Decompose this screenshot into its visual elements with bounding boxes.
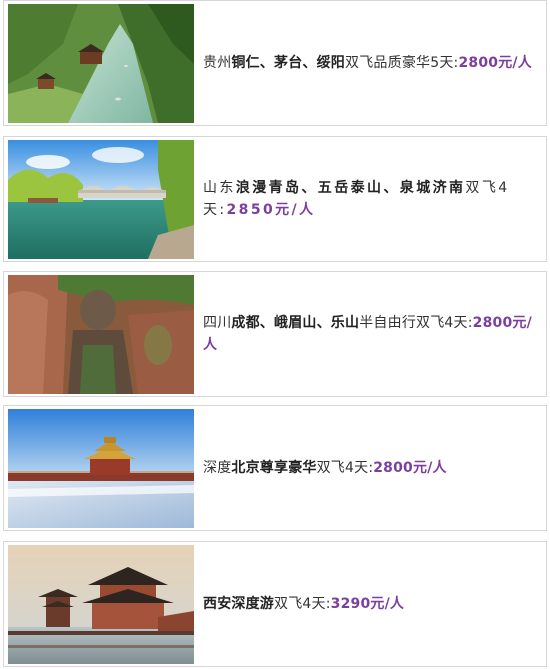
tour-price: 3290元/人 <box>330 596 405 612</box>
tour-destinations: 浪漫青岛、五岳泰山、泉城济南 <box>235 180 466 196</box>
xian-pavilion-image <box>8 545 194 664</box>
tour-duration: 双飞4天: <box>316 460 374 476</box>
tour-photo-xian[interactable] <box>8 545 194 664</box>
tour-photo-sichuan[interactable] <box>8 275 194 394</box>
tour-card[interactable]: 西安深度游双飞4天:3290元/人 <box>3 541 547 667</box>
tour-destinations: 西安深度游 <box>203 596 274 612</box>
giant-buddha-image <box>8 275 194 394</box>
tour-description[interactable]: 深度北京尊享豪华双飞4天:2800元/人 <box>203 406 538 530</box>
tour-duration: 双飞品质豪华5天: <box>345 55 459 71</box>
tour-prefix: 深度 <box>203 460 232 476</box>
tour-prefix: 贵州 <box>203 55 232 71</box>
tour-destinations: 北京尊享豪华 <box>231 460 317 476</box>
tour-card[interactable]: 贵州铜仁、茅台、绥阳双飞品质豪华5天:2800元/人 <box>3 0 547 126</box>
tour-list: 贵州铜仁、茅台、绥阳双飞品质豪华5天:2800元/人 山东浪漫青岛、五岳泰山、泉… <box>0 0 550 669</box>
tour-photo-shandong[interactable] <box>8 140 194 259</box>
tour-price: 2800元/人 <box>458 55 532 71</box>
tour-duration: 半自由行双飞4天: <box>359 315 473 331</box>
river-valley-image <box>8 4 194 123</box>
tour-duration: 双飞4天: <box>274 596 331 612</box>
forbidden-city-snow-image <box>8 409 194 528</box>
tour-destinations: 成都、峨眉山、乐山 <box>231 315 360 331</box>
tour-description[interactable]: 西安深度游双飞4天:3290元/人 <box>203 542 538 666</box>
tour-description[interactable]: 山东浪漫青岛、五岳泰山、泉城济南双飞4天:2850元/人 <box>203 137 538 261</box>
tour-card[interactable]: 深度北京尊享豪华双飞4天:2800元/人 <box>3 405 547 531</box>
tour-prefix: 山东 <box>203 180 236 196</box>
tour-price: 2850元/人 <box>226 202 316 218</box>
tour-description[interactable]: 贵州铜仁、茅台、绥阳双飞品质豪华5天:2800元/人 <box>203 1 538 125</box>
tour-card[interactable]: 四川成都、峨眉山、乐山半自由行双飞4天:2800元/人 <box>3 271 547 397</box>
tour-prefix: 四川 <box>203 315 232 331</box>
tour-description[interactable]: 四川成都、峨眉山、乐山半自由行双飞4天:2800元/人 <box>203 272 538 396</box>
tour-photo-guizhou[interactable] <box>8 4 194 123</box>
tour-destinations: 铜仁、茅台、绥阳 <box>231 55 346 71</box>
tour-photo-beijing[interactable] <box>8 409 194 528</box>
tour-card[interactable]: 山东浪漫青岛、五岳泰山、泉城济南双飞4天:2850元/人 <box>3 136 547 262</box>
lake-bridge-image <box>8 140 194 259</box>
tour-price: 2800元/人 <box>373 460 447 476</box>
